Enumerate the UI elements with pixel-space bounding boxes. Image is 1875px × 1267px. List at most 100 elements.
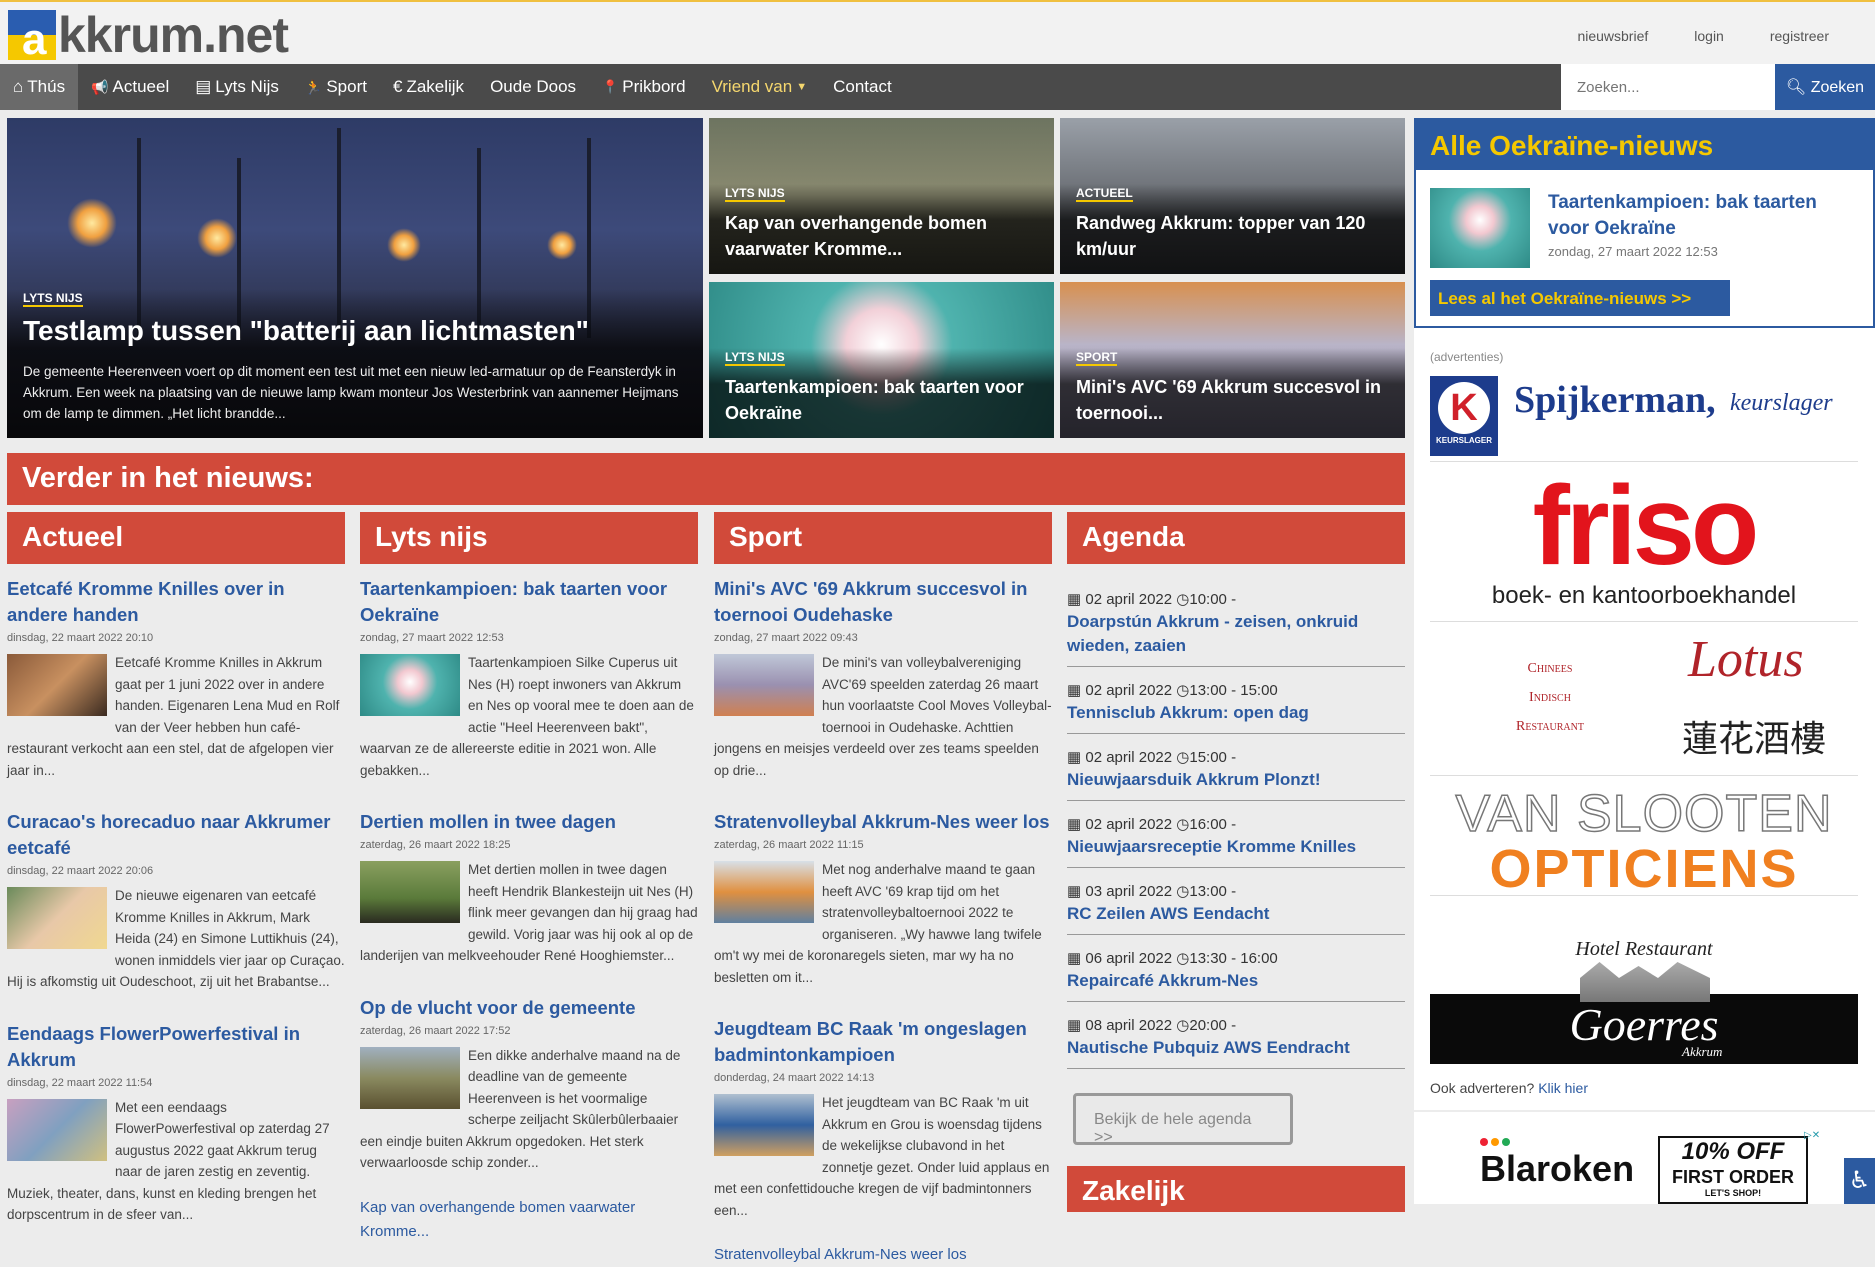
nav-item-prikbord[interactable]: 📍 Prikbord <box>589 64 699 110</box>
article-date: zaterdag, 26 maart 2022 17:52 <box>360 1024 511 1037</box>
nav-item-sport[interactable]: 🏃 Sport <box>292 64 380 110</box>
wheelchair-icon: ♿︎ <box>1848 1167 1871 1194</box>
column-heading: Lyts nijs <box>360 512 698 564</box>
nav-item-lyts-nijs[interactable]: ▤ Lyts Nijs <box>182 64 292 110</box>
register-link[interactable]: registreer <box>1770 28 1829 44</box>
calendar-icon: ▦ <box>1067 749 1082 766</box>
agenda-title-link[interactable]: Nieuwjaarsreceptie Kromme Knilles <box>1067 835 1405 859</box>
tile-article-1[interactable]: LYTS NIJS Kap van overhangende bomen vaar… <box>709 118 1054 274</box>
article-thumbnail[interactable] <box>7 654 107 716</box>
home-icon: ⌂ <box>13 77 24 96</box>
newspaper-icon: ▤ <box>195 77 212 96</box>
article-title-link[interactable]: Eendaags FlowerPowerfestival in Akkrum <box>7 1021 345 1073</box>
agenda-title-link[interactable]: RC Zeilen AWS Eendacht <box>1067 902 1405 926</box>
article-thumbnail[interactable] <box>360 1046 460 1109</box>
agenda-title-link[interactable]: Nieuwjaarsduik Akkrum Plonzt! <box>1067 768 1405 792</box>
tile-article-4[interactable]: SPORT Mini's AVC '69 Akkrum succesvol in … <box>1060 282 1405 438</box>
ad-lotus[interactable]: Chinees Indisch Restaurant Lotus 蓮花酒樓 <box>1430 626 1858 776</box>
calendar-icon: ▦ <box>1067 1017 1082 1034</box>
newsletter-link[interactable]: nieuwsbrief <box>1577 28 1648 44</box>
article-thumbnail[interactable] <box>360 861 460 923</box>
article-thumbnail[interactable] <box>1430 188 1530 268</box>
article-thumbnail[interactable] <box>7 887 107 949</box>
ads-label: (advertenties) <box>1430 350 1504 364</box>
article-date: donderdag, 24 maart 2022 14:13 <box>714 1072 875 1084</box>
article-title-link[interactable]: Op de vlucht voor de gemeente <box>360 995 698 1021</box>
agenda-item: ▦ 02 april 2022 ◷15:00 - Nieuwjaarsduik … <box>1067 734 1405 801</box>
agenda-item: ▦ 08 april 2022 ◷20:00 - Nautische Pubqu… <box>1067 1002 1405 1069</box>
agenda-item: ▦ 02 april 2022 ◷10:00 - Doarpstún Akkru… <box>1067 576 1405 667</box>
advertise-link[interactable]: Klik hier <box>1538 1080 1588 1096</box>
more-article-link[interactable]: Stratenvolleybal Akkrum-Nes weer los <box>714 1246 967 1263</box>
article-date: dinsdag, 22 maart 2022 20:10 <box>7 632 154 644</box>
more-article-link[interactable]: Kap van overhangende bomen vaarwater Kro… <box>360 1199 635 1240</box>
article-title-link[interactable]: Eetcafé Kromme Knilles over in andere ha… <box>7 576 345 628</box>
column-agenda: Agenda ▦ 02 april 2022 ◷10:00 - Doarpstú… <box>1067 512 1405 1146</box>
ad-spijkerman[interactable]: K KEURSLAGER Spijkerman, keurslager <box>1430 374 1858 462</box>
full-agenda-button[interactable]: Bekijk de hele agenda >> <box>1073 1093 1293 1146</box>
search-icon: 🔍︎ <box>1785 79 1807 96</box>
tile-article-2[interactable]: ACTUEEL Randweg Akkrum: topper van 120 km… <box>1060 118 1405 274</box>
login-link[interactable]: login <box>1694 28 1724 44</box>
article-title-link[interactable]: Dertien mollen in twee dagen <box>360 809 698 835</box>
nav-item-actueel[interactable]: 📢 Actueel <box>78 64 182 110</box>
article-thumbnail[interactable] <box>714 861 814 923</box>
clock-icon: ◷ <box>1176 816 1190 833</box>
article-date: zondag, 27 maart 2022 09:43 <box>714 632 858 644</box>
article-title-link[interactable]: Stratenvolleybal Akkrum-Nes weer los <box>714 809 1052 835</box>
list-item: Taartenkampioen: bak taarten voor Oekraï… <box>360 576 698 781</box>
search-input[interactable] <box>1561 64 1775 110</box>
nav-item-zakelijk[interactable]: € Zakelijk <box>380 64 477 110</box>
all-ukraine-news-button[interactable]: Lees al het Oekraïne-nieuws >> <box>1430 280 1730 316</box>
article-title-link[interactable]: Jeugdteam BC Raak 'm ongeslagen badminto… <box>714 1016 1052 1068</box>
ukraine-article-link[interactable]: Taartenkampioen: bak taarten voor Oekraï… <box>1548 190 1858 242</box>
accessibility-button[interactable]: ♿︎ <box>1844 1158 1875 1204</box>
column-actueel: Actueel Eetcafé Kromme Knilles over in a… <box>7 512 345 1254</box>
agenda-title-link[interactable]: Nautische Pubquiz AWS Eendracht <box>1067 1036 1405 1060</box>
ad-van-slooten[interactable]: VAN SLOOTEN OPTICIENS <box>1430 780 1858 899</box>
nav-item-vriend-van[interactable]: Vriend van ▼ <box>699 64 821 110</box>
site-logo[interactable]: a kkrum.net <box>8 8 289 62</box>
hero-article[interactable]: LYTS NIJS Testlamp tussen "batterij aan … <box>7 118 703 438</box>
nav-item-oude-doos[interactable]: Oude Doos <box>477 64 589 110</box>
color-dots-icon <box>1480 1138 1510 1146</box>
list-item: Stratenvolleybal Akkrum-Nes weer los zat… <box>714 809 1052 988</box>
calendar-icon: ▦ <box>1067 950 1082 967</box>
hero-title: Testlamp tussen "batterij aan lichtmaste… <box>23 315 589 346</box>
list-item: Dertien mollen in twee dagen zaterdag, 2… <box>360 809 698 963</box>
column-sport: Sport Mini's AVC '69 Akkrum succesvol in… <box>714 512 1052 1267</box>
article-date: dinsdag, 22 maart 2022 20:06 <box>7 865 154 877</box>
keurslager-badge: K KEURSLAGER <box>1430 376 1498 456</box>
nav-item-contact[interactable]: Contact <box>820 64 905 110</box>
search-button[interactable]: 🔍︎ Zoeken <box>1775 64 1875 110</box>
zakelijk-heading: Zakelijk <box>1067 1166 1405 1212</box>
article-date: zondag, 27 maart 2022 12:53 <box>1548 244 1718 259</box>
ukraine-news-heading: Alle Oekraïne-nieuws <box>1416 120 1873 170</box>
ad-friso[interactable]: friso boek- en kantoorboekhandel <box>1430 466 1858 622</box>
search-form: 🔍︎ Zoeken <box>1561 64 1875 110</box>
list-item: Jeugdteam BC Raak 'm ongeslagen badminto… <box>714 1016 1052 1221</box>
clock-icon: ◷ <box>1176 883 1190 900</box>
article-thumbnail[interactable] <box>714 654 814 716</box>
agenda-title-link[interactable]: Tennisclub Akkrum: open dag <box>1067 701 1405 725</box>
agenda-title-link[interactable]: Doarpstún Akkrum - zeisen, onkruid wiede… <box>1067 610 1405 658</box>
article-title-link[interactable]: Curacao's horecaduo naar Akkrumer eetcaf… <box>7 809 345 861</box>
article-thumbnail[interactable] <box>7 1098 107 1161</box>
ad-blaroken[interactable]: Blaroken 10% OFF FIRST ORDER LET'S SHOP!… <box>1480 1130 1820 1204</box>
article-title-link[interactable]: Mini's AVC '69 Akkrum succesvol in toern… <box>714 576 1052 628</box>
account-links: nieuwsbrief login registreer <box>1577 28 1829 44</box>
agenda-title-link[interactable]: Repaircafé Akkrum-Nes <box>1067 969 1405 993</box>
article-thumbnail[interactable] <box>360 654 460 716</box>
nav-item-thus[interactable]: ⌂ Thús <box>0 64 79 110</box>
euro-icon: € <box>392 77 403 96</box>
adchoices-icon[interactable]: ▷✕ <box>1804 1130 1820 1141</box>
ad-goerres[interactable]: Hotel Restaurant Goerres Akkrum <box>1430 938 1858 1068</box>
article-title-link[interactable]: Taartenkampioen: bak taarten voor Oekraï… <box>360 576 698 628</box>
article-thumbnail[interactable] <box>714 1094 814 1156</box>
site-header: a kkrum.net nieuwsbrief login registreer <box>0 0 1875 64</box>
clock-icon: ◷ <box>1176 1017 1190 1034</box>
ukraine-news-box: Alle Oekraïne-nieuws Taartenkampioen: ba… <box>1414 118 1875 328</box>
column-heading: Agenda <box>1067 512 1405 564</box>
agenda-item: ▦ 03 april 2022 ◷13:00 - RC Zeilen AWS E… <box>1067 868 1405 935</box>
tile-article-3[interactable]: LYTS NIJS Taartenkampioen: bak taarten vo… <box>709 282 1054 438</box>
